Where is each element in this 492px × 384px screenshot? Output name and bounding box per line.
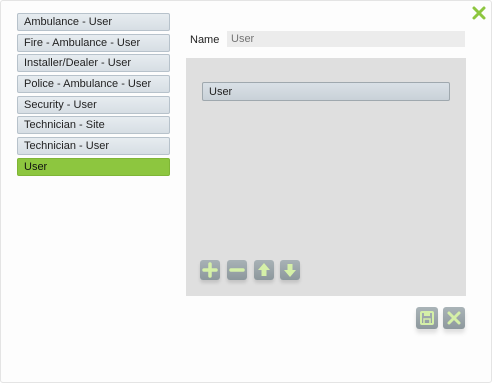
list-item[interactable]: Ambulance - User (17, 13, 170, 31)
list-item[interactable]: Fire - Ambulance - User (17, 33, 170, 52)
move-up-button[interactable] (254, 260, 274, 280)
plus-icon (202, 262, 218, 278)
arrow-down-icon (284, 264, 296, 277)
list-item-selected[interactable]: User (17, 157, 170, 176)
panel-list-item[interactable]: User (202, 82, 450, 101)
list-item[interactable]: Technician - Site (17, 116, 170, 135)
close-icon[interactable] (471, 5, 487, 21)
cancel-icon (447, 311, 461, 325)
arrow-up-icon (258, 263, 270, 276)
name-label: Name (190, 34, 220, 46)
list-item[interactable]: Police - Ambulance - User (17, 75, 170, 94)
save-button[interactable] (416, 307, 438, 329)
list-item[interactable]: Installer/Dealer - User (17, 54, 170, 73)
template-list: Ambulance - User Fire - Ambulance - User… (17, 13, 170, 179)
list-item[interactable]: Security - User (17, 95, 170, 114)
add-button[interactable] (200, 260, 220, 280)
remove-button[interactable] (227, 260, 247, 280)
member-panel: User (186, 58, 466, 296)
minus-icon (229, 268, 245, 272)
list-item[interactable]: Technician - User (17, 137, 170, 156)
name-input[interactable] (227, 31, 465, 47)
move-down-button[interactable] (280, 260, 300, 280)
save-icon (420, 311, 434, 325)
cancel-button[interactable] (443, 307, 465, 329)
